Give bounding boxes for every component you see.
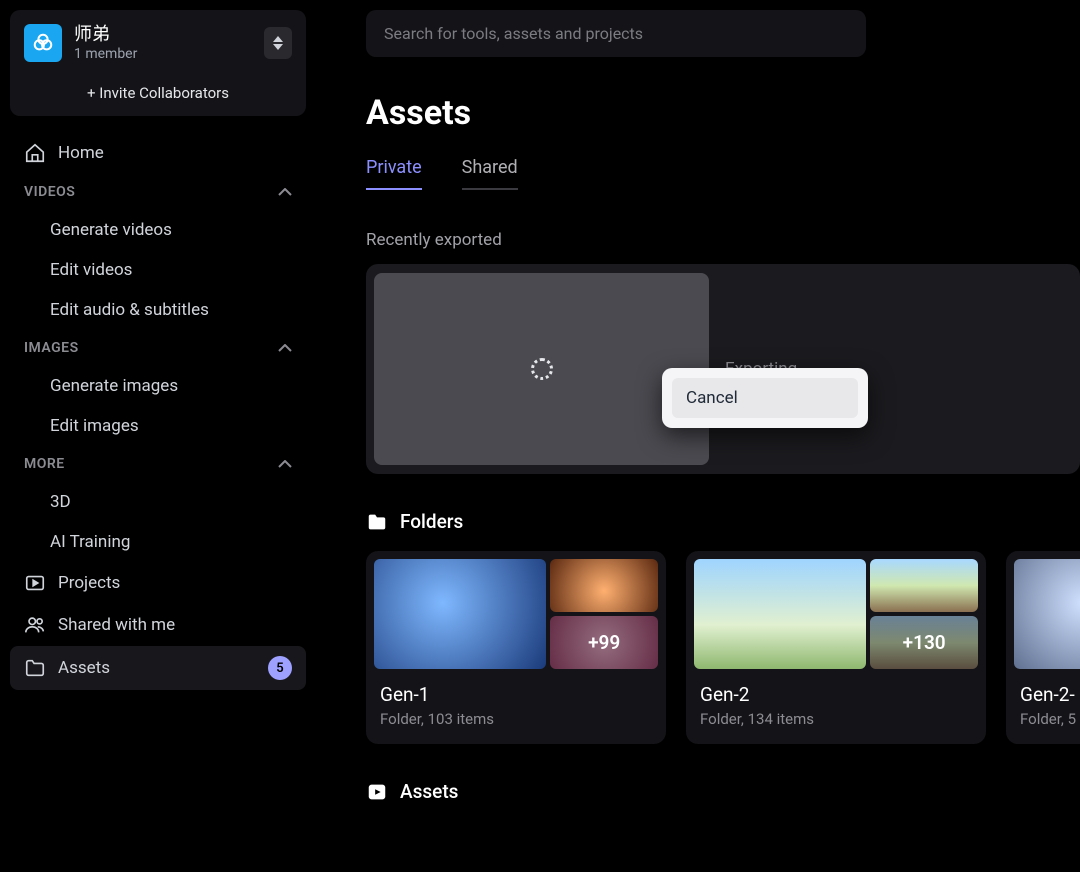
folder-thumb: [374, 559, 546, 669]
folder-overflow-count: +130: [870, 616, 978, 669]
cancel-button[interactable]: Cancel: [672, 378, 858, 418]
folder-card[interactable]: +130 Gen-2 Folder, 134 items: [686, 551, 986, 744]
chevron-up-icon: [278, 344, 292, 352]
export-tile[interactable]: [374, 273, 709, 465]
folder-overflow-count: +99: [550, 616, 658, 669]
people-icon: [24, 614, 46, 636]
nav-home[interactable]: Home: [10, 132, 306, 174]
updown-icon[interactable]: [264, 27, 292, 59]
nav-edit-images[interactable]: Edit images: [10, 406, 306, 446]
spinner-icon: [531, 358, 553, 380]
folder-card[interactable]: +99 Gen-1 Folder, 103 items: [366, 551, 666, 744]
folder-name: Gen-2: [694, 683, 978, 706]
tabs: Private Shared: [366, 157, 1080, 190]
nav-assets[interactable]: Assets 5: [10, 646, 306, 690]
folder-sub: Folder, 5: [1014, 710, 1080, 728]
nav-label: Home: [58, 143, 104, 163]
home-icon: [24, 142, 46, 164]
nav-edit-audio[interactable]: Edit audio & subtitles: [10, 290, 306, 330]
nav-shared-with-me[interactable]: Shared with me: [10, 604, 306, 646]
nav-generate-images[interactable]: Generate images: [10, 366, 306, 406]
search-placeholder: Search for tools, assets and projects: [384, 24, 643, 43]
assets-header: Assets: [366, 780, 1080, 803]
nav-section-label: MORE: [24, 456, 65, 472]
folder-filled-icon: [366, 511, 388, 533]
nav-ai-training[interactable]: AI Training: [10, 522, 306, 562]
sidebar: 师弟 1 member + Invite Collaborators Home …: [0, 0, 316, 872]
folders-header: Folders: [366, 510, 1080, 533]
invite-collaborators[interactable]: + Invite Collaborators: [10, 72, 306, 116]
nav-section-label: IMAGES: [24, 340, 79, 356]
folder-sub: Folder, 103 items: [374, 710, 658, 728]
projects-icon: [24, 572, 46, 594]
tab-shared[interactable]: Shared: [462, 157, 518, 190]
play-square-icon: [366, 781, 388, 803]
main: Search for tools, assets and projects As…: [316, 0, 1080, 872]
workspace-info: 师弟 1 member: [74, 24, 137, 62]
nav-projects[interactable]: Projects: [10, 562, 306, 604]
assets-count-badge: 5: [268, 656, 292, 680]
tab-private[interactable]: Private: [366, 157, 422, 190]
folders-row: +99 Gen-1 Folder, 103 items +130: [366, 551, 1080, 744]
workspace-icon: [24, 24, 62, 62]
folder-icon: [24, 657, 46, 679]
nav-edit-videos[interactable]: Edit videos: [10, 250, 306, 290]
folder-name: Gen-2-: [1014, 683, 1080, 706]
folder-sub: Folder, 134 items: [694, 710, 978, 728]
nav-label: Shared with me: [58, 615, 175, 635]
nav-section-label: VIDEOS: [24, 184, 75, 200]
page-title: Assets: [366, 93, 1080, 133]
workspace-name: 师弟: [74, 24, 137, 46]
context-menu: Cancel: [662, 368, 868, 428]
folder-card[interactable]: Gen-2- Folder, 5: [1006, 551, 1080, 744]
chevron-up-icon: [278, 460, 292, 468]
folder-name: Gen-1: [374, 683, 658, 706]
nav-section-images[interactable]: IMAGES: [10, 330, 306, 366]
search-input[interactable]: Search for tools, assets and projects: [366, 10, 866, 57]
nav-label: Assets: [58, 658, 110, 678]
nav-label: Projects: [58, 573, 120, 593]
chevron-up-icon: [278, 188, 292, 196]
nav-section-more[interactable]: MORE: [10, 446, 306, 482]
recently-exported-label: Recently exported: [366, 230, 1080, 250]
folder-thumb: [550, 559, 658, 612]
folder-thumb: [870, 559, 978, 612]
folder-thumb: [694, 559, 866, 669]
folder-thumb: [1014, 559, 1080, 669]
nav-generate-videos[interactable]: Generate videos: [10, 210, 306, 250]
nav-3d[interactable]: 3D: [10, 482, 306, 522]
workspace-switcher[interactable]: 师弟 1 member: [10, 10, 306, 72]
nav-section-videos[interactable]: VIDEOS: [10, 174, 306, 210]
workspace-card: 师弟 1 member + Invite Collaborators: [10, 10, 306, 116]
workspace-members: 1 member: [74, 46, 137, 62]
